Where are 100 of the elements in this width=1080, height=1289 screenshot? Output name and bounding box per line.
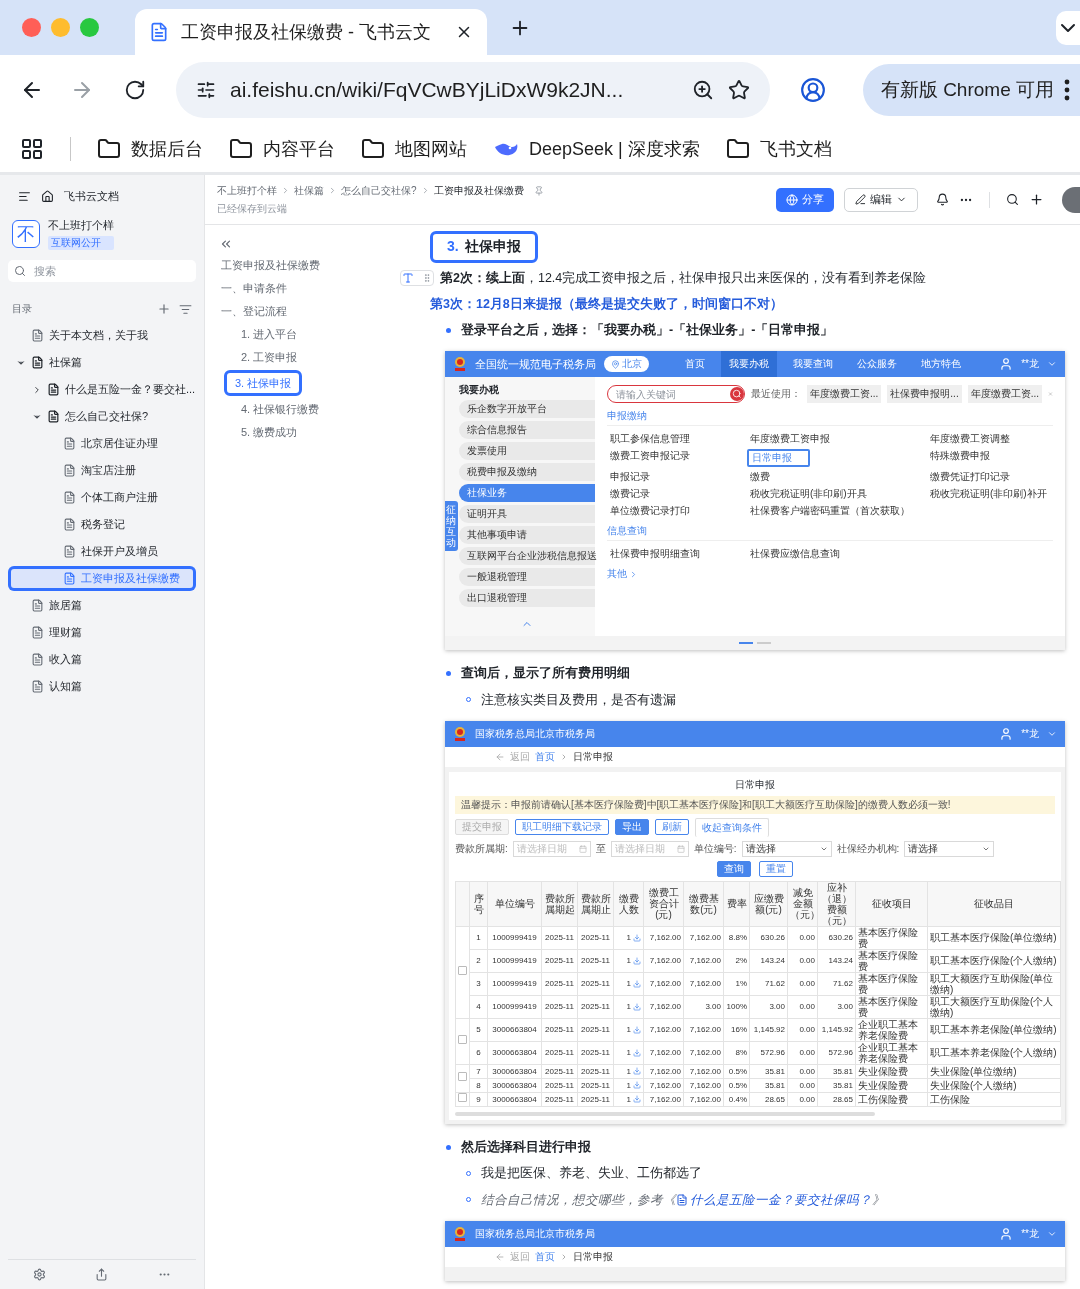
breadcrumb[interactable]: 工资申报及社保缴费 (433, 183, 524, 198)
address-bar[interactable]: ai.feishu.cn/wiki/FqVCwBYjLiDxW9k2JN... (176, 62, 770, 118)
menu-item[interactable]: 综合信息报告 (459, 421, 595, 440)
service-link[interactable]: 缴费记录 (607, 487, 653, 502)
service-link[interactable]: 日常申报 (747, 449, 810, 468)
outline-item[interactable]: 3. 社保申报 (224, 370, 303, 396)
bookmark-star-icon[interactable] (728, 79, 750, 101)
action-button[interactable]: 职工明细下载记录 (515, 819, 609, 836)
breadcrumb[interactable]: 怎么自己交社保? (341, 183, 417, 198)
tree-item[interactable]: 北京居住证办理 (8, 430, 196, 457)
collapse-outline-icon[interactable] (219, 237, 233, 251)
kebab-menu-icon[interactable] (1064, 79, 1070, 101)
outline-item[interactable]: 一、登记流程 (219, 301, 289, 321)
tree-item[interactable]: 收入篇 (8, 646, 196, 673)
menu-item[interactable]: 一般退税管理 (459, 568, 595, 587)
tree-item[interactable]: 个体工商户注册 (8, 484, 196, 511)
menu-item[interactable]: 证明开具 (459, 505, 595, 524)
back-arrow-icon[interactable] (495, 752, 505, 762)
search-input[interactable]: 搜索 (32, 264, 152, 278)
profile-icon[interactable] (800, 77, 826, 103)
apps-icon[interactable] (20, 136, 44, 161)
breadcrumb[interactable]: 不上班打个样 (217, 183, 277, 198)
help-tab[interactable]: 征纳互动 (445, 501, 458, 552)
menu-item[interactable]: 乐企数字开放平台 (459, 400, 595, 419)
more-link[interactable]: 其他 (607, 567, 627, 582)
service-link[interactable]: 缴费凭证打印记录 (927, 470, 1013, 485)
bookmark[interactable]: 内容平台 (229, 136, 335, 161)
list-options-icon[interactable] (179, 302, 192, 316)
browser-tab[interactable]: 工资申报及社保缴费 - 飞书云文 (135, 9, 487, 55)
service-link[interactable]: 社保费应缴信息查询 (747, 547, 843, 562)
breadcrumb[interactable]: 社保篇 (294, 183, 324, 198)
checkbox[interactable] (458, 1072, 467, 1082)
download-icon[interactable] (633, 957, 641, 965)
service-link[interactable]: 社保费客户端密码重置（首次获取） (747, 504, 913, 519)
tree-item[interactable]: 淘宝店注册 (8, 457, 196, 484)
back-arrow-icon[interactable] (495, 1251, 505, 1262)
recent-chip[interactable]: 年度缴费工资... (807, 385, 882, 404)
edit-button[interactable]: 编辑 (844, 187, 918, 212)
recent-chip[interactable]: 社保费申报明... (887, 385, 962, 404)
search-input[interactable]: 请输入关键词 (614, 387, 730, 401)
download-icon[interactable] (633, 1067, 641, 1076)
nav-tab[interactable]: 我要查询 (785, 351, 841, 378)
download-icon[interactable] (633, 980, 641, 988)
download-icon[interactable] (633, 1049, 641, 1057)
filter-button[interactable]: 查询 (717, 861, 751, 877)
chevron-down-icon[interactable] (1047, 729, 1057, 739)
service-link[interactable]: 申报记录 (607, 470, 653, 485)
checkbox[interactable] (458, 966, 467, 976)
settings-icon[interactable] (32, 1268, 46, 1281)
share-icon[interactable] (95, 1268, 109, 1281)
tree-item[interactable]: 社保开户及增员 (8, 538, 196, 565)
nav-tab[interactable]: 我要办税 (721, 351, 777, 378)
pin-icon[interactable] (533, 185, 544, 196)
tree-item[interactable]: 社保篇 (8, 349, 196, 376)
menu-item[interactable]: 出口退税管理 (459, 589, 595, 608)
tree-item[interactable]: 理财篇 (8, 619, 196, 646)
checkbox[interactable] (458, 1093, 467, 1103)
home-link[interactable]: 飞书云文档 (64, 189, 119, 204)
breadcrumb-link[interactable]: 首页 (535, 1249, 555, 1264)
collapse-sidebar-icon[interactable] (18, 190, 31, 203)
bookmark[interactable]: DeepSeek | 深度求索 (493, 136, 700, 161)
tab-list-icon[interactable] (1056, 10, 1080, 45)
select-field[interactable]: 请选择 (904, 841, 995, 857)
service-link[interactable]: 社保费申报明细查询 (607, 547, 703, 562)
notification-icon[interactable] (936, 193, 949, 206)
scrollbar[interactable] (455, 1112, 875, 1116)
tree-item[interactable]: 工资申报及社保缴费 (8, 566, 196, 591)
tree-item[interactable]: 怎么自己交社保? (8, 403, 196, 430)
bookmark[interactable]: 数据后台 (97, 136, 203, 161)
menu-item[interactable]: 互联网平台企业涉税信息报送 (459, 547, 595, 566)
download-icon[interactable] (633, 1095, 641, 1104)
search-field[interactable]: 搜索 (8, 260, 196, 282)
outline-item[interactable]: 一、申请条件 (219, 278, 289, 298)
region-selector[interactable]: 北京 (604, 356, 649, 373)
bookmark[interactable]: 地图网站 (361, 136, 467, 161)
tree-item[interactable]: 关于本文档，关于我 (8, 322, 196, 349)
outline-item[interactable]: 2. 工资申报 (229, 347, 310, 367)
service-link[interactable]: 年度缴费工资申报 (747, 432, 833, 447)
service-link[interactable]: 缴费 (747, 470, 773, 485)
menu-item[interactable]: 其他事项申请 (459, 526, 595, 545)
block-handle[interactable] (400, 270, 434, 286)
action-button[interactable]: 刷新 (655, 819, 689, 836)
menu-item[interactable]: 发票使用 (459, 442, 595, 461)
action-button[interactable]: 收起查询条件 (695, 818, 769, 837)
add-icon[interactable] (1029, 192, 1044, 207)
tree-item[interactable]: 税务登记 (8, 511, 196, 538)
service-link[interactable]: 单位缴费记录打印 (607, 504, 693, 519)
document-link[interactable]: 什么是五险一金？要交社保吗？ (676, 1192, 872, 1207)
home-icon[interactable] (41, 190, 54, 203)
tree-item[interactable]: 旅居篇 (8, 592, 196, 619)
site-settings-icon[interactable] (196, 80, 216, 100)
checkbox[interactable] (458, 1035, 467, 1045)
nav-tab[interactable]: 地方特色 (913, 351, 969, 378)
maximize-window-icon[interactable] (80, 18, 99, 37)
menu-item[interactable]: 社保业务 (459, 484, 595, 503)
outline-item[interactable]: 1. 进入平台 (229, 324, 310, 344)
breadcrumb-link[interactable]: 首页 (535, 750, 555, 764)
search-icon[interactable] (1006, 193, 1019, 206)
caret-right-icon[interactable] (32, 384, 42, 395)
update-button[interactable]: 有新版 Chrome 可用 (862, 64, 1080, 116)
